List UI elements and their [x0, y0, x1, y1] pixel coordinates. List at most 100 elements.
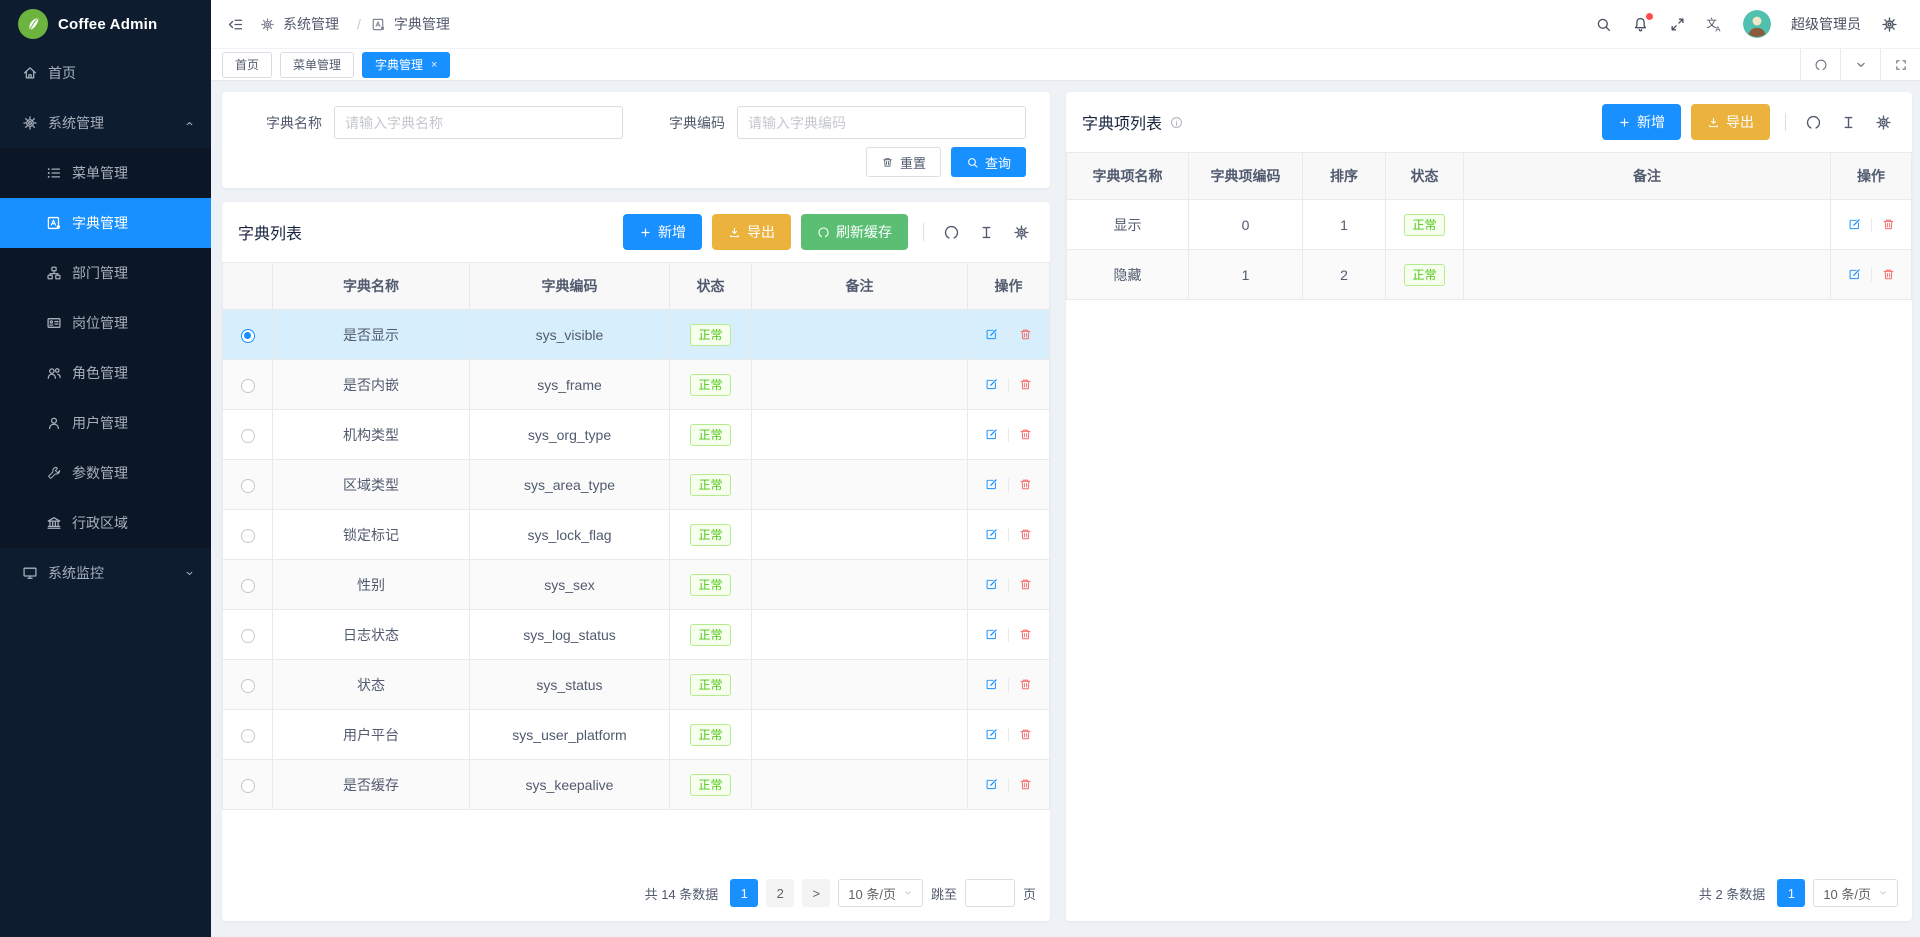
row-actions	[974, 677, 1043, 692]
add-dict-item-button[interactable]: 新增	[1602, 104, 1681, 140]
edit-icon[interactable]	[984, 327, 999, 342]
top-header: 系统管理 / 字典管理 文A 超级管理员	[211, 0, 1920, 48]
refresh-cache-button[interactable]: 刷新缓存	[801, 214, 908, 250]
row-actions	[1837, 267, 1905, 282]
row-radio[interactable]	[241, 579, 255, 593]
translate-icon[interactable]: 文A	[1706, 16, 1723, 33]
main-content: 字典名称 字典编码 重置 查询	[211, 81, 1920, 937]
trash-icon[interactable]	[1018, 477, 1033, 492]
trash-icon[interactable]	[1018, 427, 1033, 442]
export-dict-button[interactable]: 导出	[712, 214, 791, 250]
status-badge: 正常	[690, 774, 730, 796]
tab-首页[interactable]: 首页	[222, 52, 272, 78]
next-page-button[interactable]: >	[802, 879, 830, 907]
sidebar-item-post[interactable]: 岗位管理	[0, 298, 211, 348]
trash-icon[interactable]	[1881, 217, 1896, 232]
trash-icon[interactable]	[1018, 677, 1033, 692]
dict-name-cell: 状态	[273, 660, 470, 710]
page-button-1[interactable]: 1	[730, 879, 758, 907]
search-icon[interactable]	[1595, 16, 1612, 33]
edit-icon[interactable]	[984, 727, 999, 742]
query-button[interactable]: 查询	[951, 147, 1026, 177]
edit-icon[interactable]	[984, 627, 999, 642]
trash-icon[interactable]	[1018, 327, 1033, 342]
avatar[interactable]	[1743, 10, 1771, 38]
edit-icon[interactable]	[984, 677, 999, 692]
notification-bell-icon[interactable]	[1632, 16, 1649, 33]
dict-name-input[interactable]	[334, 106, 623, 139]
plus-icon	[1618, 116, 1631, 129]
export-dict-item-button[interactable]: 导出	[1691, 104, 1770, 140]
sidebar-item-role[interactable]: 角色管理	[0, 348, 211, 398]
trash-icon[interactable]	[1018, 627, 1033, 642]
jump-page-input[interactable]	[965, 879, 1015, 907]
edit-icon[interactable]	[984, 477, 999, 492]
row-radio[interactable]	[241, 629, 255, 643]
row-radio[interactable]	[241, 479, 255, 493]
page-button-1[interactable]: 1	[1777, 879, 1805, 907]
tab-字典管理[interactable]: 字典管理×	[362, 52, 450, 78]
trash-icon[interactable]	[1018, 777, 1033, 792]
current-username[interactable]: 超级管理员	[1791, 14, 1861, 34]
trash-icon[interactable]	[1018, 727, 1033, 742]
sidebar-item-system[interactable]: 系统管理	[0, 98, 211, 148]
tab-菜单管理[interactable]: 菜单管理	[280, 52, 354, 78]
fullscreen-icon[interactable]	[1669, 16, 1686, 33]
edit-icon[interactable]	[1847, 217, 1862, 232]
sidebar-item-label: 菜单管理	[72, 163, 128, 183]
table-row: 锁定标记sys_lock_flag正常	[223, 510, 1050, 560]
refresh-table-icon[interactable]	[943, 224, 960, 241]
maximize-content-icon[interactable]	[1880, 49, 1920, 80]
add-dict-button[interactable]: 新增	[623, 214, 702, 250]
reset-button[interactable]: 重置	[866, 147, 941, 177]
tab-menu-chevron-icon[interactable]	[1840, 49, 1880, 80]
trash-icon[interactable]	[1018, 377, 1033, 392]
row-height-icon[interactable]	[1840, 114, 1857, 131]
trash-icon[interactable]	[1881, 267, 1896, 282]
edit-icon[interactable]	[984, 427, 999, 442]
trash-icon[interactable]	[1018, 527, 1033, 542]
column-settings-icon[interactable]	[1013, 224, 1030, 241]
row-radio[interactable]	[241, 779, 255, 793]
sidebar-item-home[interactable]: 首页	[0, 48, 211, 98]
row-radio[interactable]	[241, 429, 255, 443]
collapse-menu-icon[interactable]	[227, 16, 244, 33]
row-radio[interactable]	[241, 729, 255, 743]
sidebar-item-region[interactable]: 行政区域	[0, 498, 211, 548]
row-radio[interactable]	[241, 379, 255, 393]
submenu-system: 菜单管理字典管理部门管理岗位管理角色管理用户管理参数管理行政区域	[0, 148, 211, 548]
settings-gear-icon[interactable]	[1881, 16, 1898, 33]
dict-code-input[interactable]	[737, 106, 1026, 139]
query-button-label: 查询	[985, 153, 1011, 172]
page-size-select[interactable]: 10 条/页	[1813, 879, 1898, 907]
dict-list-panel: 字典列表 新增 导出 刷新缓存	[222, 202, 1050, 921]
info-icon[interactable]	[1169, 115, 1184, 130]
edit-icon[interactable]	[1847, 267, 1862, 282]
page-button-2[interactable]: 2	[766, 879, 794, 907]
sidebar-item-monitor[interactable]: 系统监控	[0, 548, 211, 598]
page-size-select[interactable]: 10 条/页	[838, 879, 923, 907]
refresh-table-icon[interactable]	[1805, 114, 1822, 131]
close-icon[interactable]: ×	[431, 59, 437, 71]
edit-icon[interactable]	[984, 377, 999, 392]
row-radio[interactable]	[241, 529, 255, 543]
sidebar-item-param[interactable]: 参数管理	[0, 448, 211, 498]
sidebar-item-user[interactable]: 用户管理	[0, 398, 211, 448]
edit-icon[interactable]	[984, 777, 999, 792]
sidebar-item-menu[interactable]: 菜单管理	[0, 148, 211, 198]
status-badge: 正常	[690, 474, 730, 496]
action-divider	[1008, 328, 1009, 342]
dict-code-cell: sys_visible	[470, 310, 670, 360]
row-radio[interactable]	[241, 329, 255, 343]
edit-icon[interactable]	[984, 527, 999, 542]
gear-icon	[260, 17, 275, 32]
breadcrumb-section[interactable]: 系统管理	[283, 14, 339, 34]
sidebar-item-dict[interactable]: 字典管理	[0, 198, 211, 248]
sidebar-item-dept[interactable]: 部门管理	[0, 248, 211, 298]
edit-icon[interactable]	[984, 577, 999, 592]
row-radio[interactable]	[241, 679, 255, 693]
refresh-tab-icon[interactable]	[1800, 49, 1840, 80]
trash-icon[interactable]	[1018, 577, 1033, 592]
row-height-icon[interactable]	[978, 224, 995, 241]
column-settings-icon[interactable]	[1875, 114, 1892, 131]
